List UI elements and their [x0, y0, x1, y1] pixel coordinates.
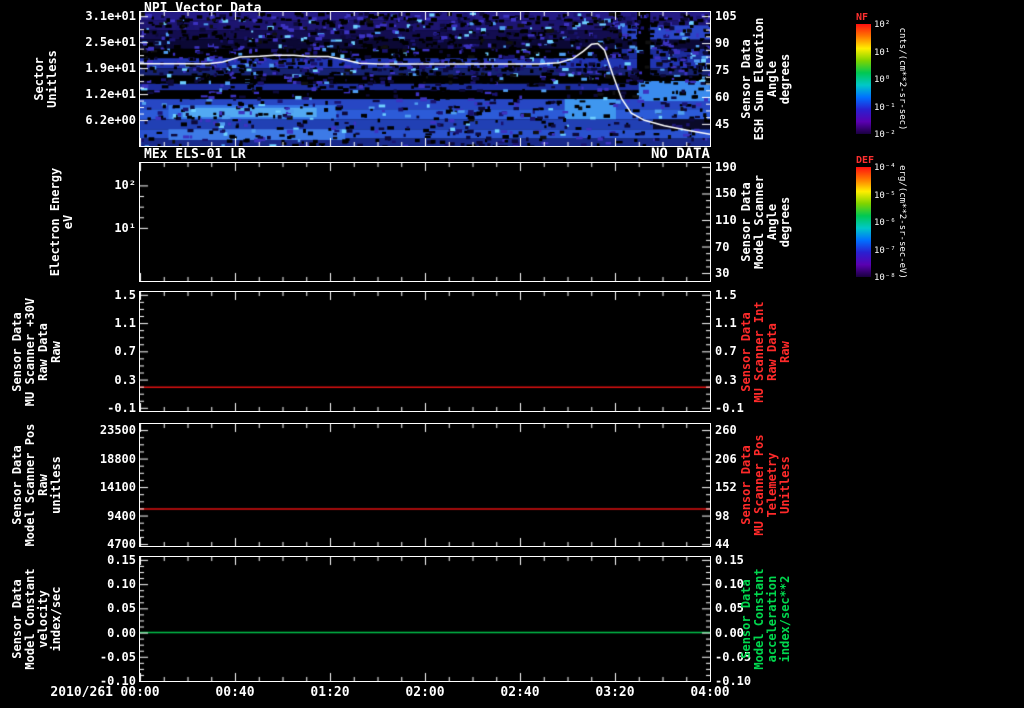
y-tick-label: 152	[715, 480, 737, 495]
y-tick-label: 4700	[107, 537, 136, 552]
x-tick-label: 00:00	[120, 685, 160, 700]
y-tick-label: 75	[715, 63, 730, 78]
y-tick-label: 1.1	[114, 316, 136, 331]
panel-model-constant-velocity	[139, 556, 711, 682]
y-tick-label: 0.15	[715, 552, 744, 567]
y-tick-label: 10²	[114, 178, 136, 193]
x-tick-label: 03:20	[595, 685, 635, 700]
y-tick-label: 1.9e+01	[85, 61, 136, 76]
y-axis-label-left: Electron Energy eV	[48, 167, 75, 277]
y-tick-label: 10¹	[114, 220, 136, 235]
y-tick-label: 98	[715, 508, 730, 523]
colorbar-def-gradient	[856, 167, 871, 277]
npi-spectrogram-canvas	[140, 12, 710, 146]
y-axis-label-right: Sensor Data MU Scanner Int Raw Data Raw	[739, 300, 792, 403]
colorbar-tick-label: 10²	[874, 20, 891, 30]
colorbar-nf-title: NF	[856, 12, 869, 23]
y-tick-label: 0.7	[114, 344, 136, 359]
no-data-label: NO DATA	[650, 146, 710, 162]
panel-els-spectrogram	[139, 162, 711, 282]
y-tick-label: 44	[715, 537, 730, 552]
colorbar-tick-label: 10¹	[874, 47, 891, 58]
y-tick-label: 2.5e+01	[85, 35, 136, 50]
x-tick-label: 00:40	[215, 685, 255, 700]
colorbar-tick-label: 10⁻⁵	[874, 190, 896, 201]
y-axis-label-left: Sensor Data MU Scanner +30V Raw Data Raw	[10, 297, 63, 406]
colorbar-tick-label: 10⁻⁷	[874, 245, 896, 256]
panel-npi-spectrogram	[139, 11, 711, 147]
colorbar-nf-gradient	[856, 24, 871, 134]
y-tick-label: 0.15	[107, 552, 136, 567]
y-tick-label: 0.7	[715, 344, 737, 359]
x-tick-label: 02:00	[405, 685, 445, 700]
y-tick-label: 0.3	[114, 372, 136, 387]
y-tick-label: 1.5	[715, 287, 737, 302]
colorbar-def-title: DEF	[856, 155, 875, 166]
y-tick-label: 90	[715, 36, 730, 51]
model-constant-velocity-canvas	[140, 557, 710, 681]
y-tick-label: 260	[715, 423, 737, 438]
y-tick-label: 0.3	[715, 372, 737, 387]
x-tick-label: 04:00	[690, 685, 730, 700]
y-tick-label: 70	[715, 239, 730, 254]
colorbar-def-units: erg/(cm**2-sr-sec-eV)	[897, 165, 907, 279]
y-tick-label: 14100	[99, 480, 136, 495]
y-tick-label: 60	[715, 89, 730, 104]
y-tick-label: 6.2e+00	[85, 113, 136, 128]
colorbar-tick-label: 10⁻¹	[874, 102, 896, 113]
y-tick-label: 9400	[107, 508, 136, 523]
y-tick-label: 150	[715, 186, 737, 201]
mu-scanner-30v-canvas	[140, 292, 710, 411]
y-axis-label-left: Sector Unitless	[32, 50, 59, 108]
y-tick-label: 45	[715, 116, 730, 131]
y-tick-label: 23500	[99, 423, 136, 438]
y-tick-label: -0.05	[99, 649, 136, 664]
y-tick-label: 105	[715, 9, 737, 24]
y-tick-label: 1.2e+01	[85, 87, 136, 102]
y-axis-label-left: Sensor Data Model Constant velocity inde…	[10, 568, 63, 670]
x-tick-label: 02:40	[500, 685, 540, 700]
y-tick-label: 0.10	[107, 577, 136, 592]
panel-mu-scanner-30v	[139, 291, 711, 412]
colorbar-tick-label: 10⁻⁸	[874, 273, 896, 283]
y-axis-label-right: Sensor Data MU Scanner Pos Telemetry Uni…	[739, 434, 792, 536]
y-axis-label-right: Sensor Data ESH Sun Elevation Angle degr…	[739, 17, 792, 141]
y-tick-label: 0.00	[107, 625, 136, 640]
colorbar-tick-label: 10⁻⁶	[874, 218, 896, 228]
y-tick-label: 190	[715, 159, 737, 174]
plot-screen: NPI Vector Data MEx ELS-01 LR NO DATA 20…	[0, 0, 1024, 708]
y-axis-label-right: Sensor Data Model Scanner Angle degrees	[739, 175, 792, 269]
colorbar-tick-label: 10⁻⁴	[874, 163, 896, 173]
colorbar-nf-units: cnts/(cm**2-sr-sec)	[897, 27, 907, 131]
y-tick-label: -0.1	[107, 400, 136, 415]
y-axis-label-right: Sensor Data Model Constant acceleration …	[739, 568, 792, 670]
y-tick-label: 3.1e+01	[85, 9, 136, 24]
panel2-title: MEx ELS-01 LR	[144, 147, 246, 162]
y-tick-label: 1.5	[114, 287, 136, 302]
model-scanner-pos-canvas	[140, 424, 710, 546]
x-tick-label: 01:20	[310, 685, 350, 700]
panel-model-scanner-pos	[139, 423, 711, 547]
els-spectrogram-canvas	[140, 163, 710, 281]
colorbar-tick-label: 10⁰	[874, 75, 891, 85]
y-tick-label: 110	[715, 213, 737, 227]
y-axis-label-left: Sensor Data Model Scanner Pos Raw unitle…	[10, 423, 63, 547]
y-tick-label: 30	[715, 266, 730, 281]
y-tick-label: 18800	[99, 451, 136, 466]
y-tick-label: 1.1	[715, 316, 737, 331]
y-tick-label: 0.05	[107, 601, 136, 616]
y-tick-label: 206	[715, 451, 737, 466]
y-tick-label: -0.1	[715, 400, 744, 415]
colorbar-tick-label: 10⁻²	[874, 130, 896, 140]
